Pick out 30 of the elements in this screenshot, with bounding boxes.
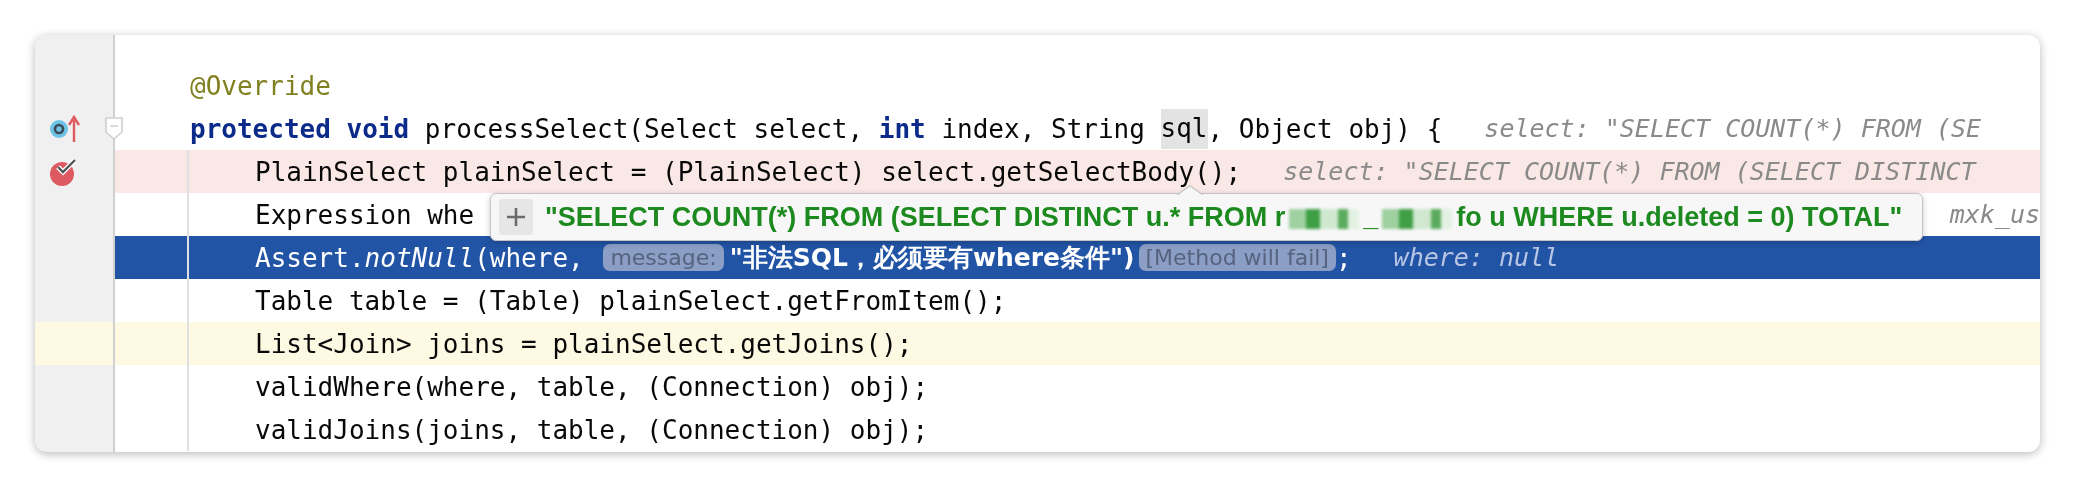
code-text: Expression whe bbox=[255, 199, 475, 230]
code-keyword: void bbox=[346, 113, 410, 144]
inline-value-hint: mxk_us bbox=[1949, 200, 2040, 229]
fold-marker-icon[interactable] bbox=[105, 116, 123, 141]
inline-value-hint: where: null bbox=[1393, 243, 1560, 272]
code-string: "非法SQL，必须要有where条件") bbox=[729, 242, 1135, 274]
code-text: PlainSelect plainSelect = (PlainSelect) select.getSelectBody(); bbox=[255, 156, 1242, 187]
code-text: index, String bbox=[940, 113, 1146, 144]
code-text: Assert. bbox=[255, 242, 365, 273]
code-method: notNull bbox=[364, 242, 475, 273]
hovered-token: sql bbox=[1160, 108, 1208, 149]
code-keyword: int bbox=[878, 113, 926, 144]
code-text: (where, bbox=[474, 242, 585, 273]
inline-value-hint: select: "SELECT COUNT(*) FROM (SE bbox=[1484, 114, 1982, 143]
code-text: , Object obj) { bbox=[1207, 113, 1443, 144]
code-text: ; bbox=[1335, 242, 1352, 273]
code-text: validWhere(where, table, (Connection) obj); bbox=[255, 371, 929, 402]
code-text: processSelect(Select select, bbox=[423, 113, 865, 144]
plus-icon bbox=[506, 207, 526, 227]
code-keyword: protected bbox=[190, 113, 332, 144]
code-text: Table table = (Table) plainSelect.getFromItem(); bbox=[255, 285, 1007, 316]
code-text: List<Join> joins = plainSelect.getJoins(); bbox=[255, 328, 913, 359]
code-annotation: @Override bbox=[190, 70, 331, 101]
sql-value-text: "SELECT COUNT(*) FROM (SELECT DISTINCT u.* FROM r _ fo u WHERE u.deleted = 0) TOTAL" bbox=[545, 201, 1903, 233]
warning-hint: [Method will fail] bbox=[1138, 244, 1336, 271]
code-text: validJoins(joins, table, (Connection) obj); bbox=[255, 414, 929, 445]
breakpoint-check-icon[interactable] bbox=[49, 156, 79, 187]
expand-button[interactable] bbox=[499, 199, 533, 235]
parameter-hint: message: bbox=[603, 244, 724, 271]
inline-value-hint: select: "SELECT COUNT(*) FROM (SELECT DISTINCT bbox=[1283, 157, 1976, 186]
